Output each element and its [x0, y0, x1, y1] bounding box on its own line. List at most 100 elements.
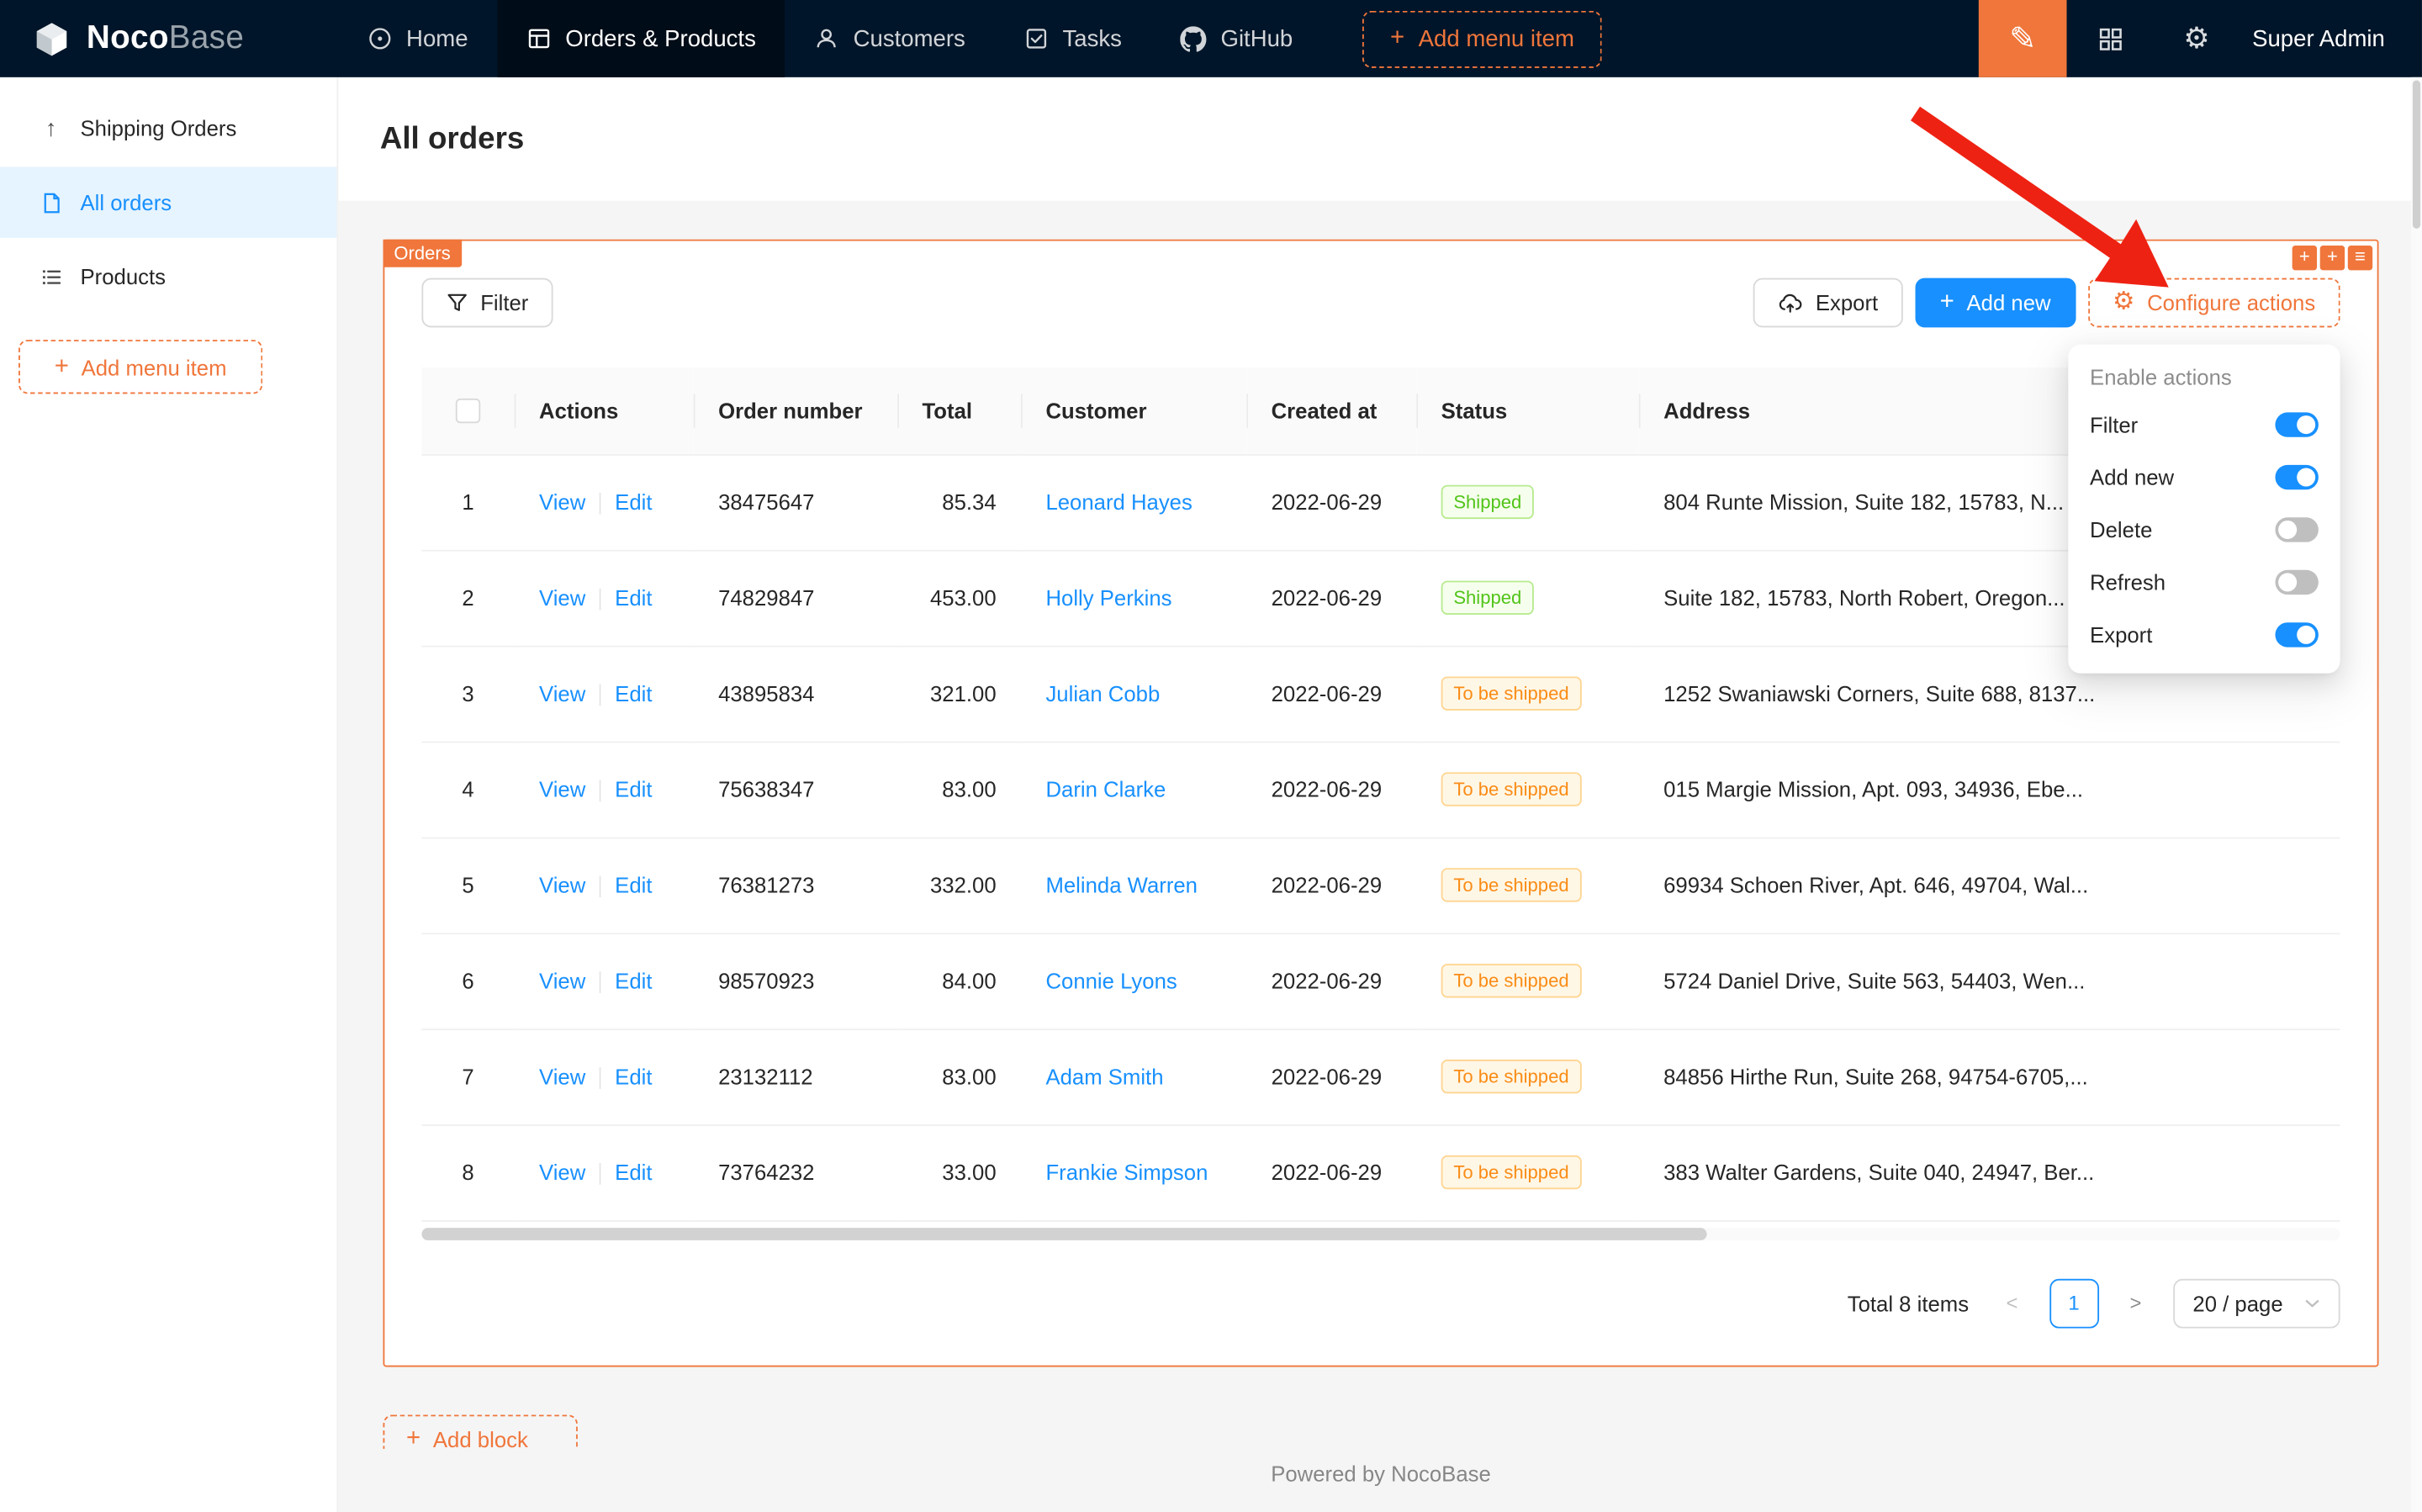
list-icon	[39, 265, 63, 288]
add-block-button[interactable]: + Add block	[383, 1414, 578, 1447]
table-toolbar: Filter Export + Add new	[421, 278, 2340, 328]
plus-icon: +	[1940, 290, 1954, 315]
page-size-select[interactable]: 20 / page	[2173, 1278, 2340, 1328]
pagination-page-1[interactable]: 1	[2049, 1278, 2099, 1328]
toggle-switch[interactable]	[2275, 570, 2318, 595]
pagination: Total 8 items < 1 > 20 / page	[421, 1278, 2340, 1328]
nav-item-orders-products[interactable]: Orders & Products	[497, 0, 785, 77]
edit-link[interactable]: Edit	[615, 489, 652, 514]
sidebar-add-menu-item-button[interactable]: + Add menu item	[19, 340, 262, 394]
sidebar-item-shipping-orders[interactable]: ↑ Shipping Orders	[0, 93, 336, 163]
table-row: 3 ViewEdit 43895834 321.00 Julian Cobb 2…	[421, 646, 2340, 742]
view-link[interactable]: View	[539, 968, 585, 992]
edit-link[interactable]: Edit	[615, 777, 652, 801]
navbar-right-section: ✎ ⚙ Super Admin	[1979, 0, 2422, 77]
sidebar-item-products[interactable]: Products	[0, 241, 336, 312]
view-link[interactable]: View	[539, 872, 585, 896]
row-index: 2	[462, 585, 473, 610]
customer-link[interactable]: Frankie Simpson	[1045, 1160, 1208, 1184]
view-link[interactable]: View	[539, 777, 585, 801]
pagination-total: Total 8 items	[1848, 1291, 1969, 1315]
customer-link[interactable]: Leonard Hayes	[1045, 489, 1192, 514]
order-number-cell: 75638347	[694, 742, 897, 838]
customer-link[interactable]: Melinda Warren	[1045, 873, 1198, 897]
horizontal-scrollbar	[421, 1227, 2340, 1240]
enable-action-item[interactable]: Add new	[2086, 451, 2321, 503]
enable-action-item[interactable]: Delete	[2086, 504, 2321, 556]
created-at-cell: 2022-06-29	[1246, 742, 1416, 838]
status-badge: Shipped	[1441, 485, 1534, 519]
edit-link[interactable]: Edit	[615, 585, 652, 610]
block-drag-icon[interactable]: +	[2292, 246, 2317, 270]
logo-text: NocoBase	[87, 20, 244, 57]
filter-button[interactable]: Filter	[421, 278, 553, 328]
edit-link[interactable]: Edit	[615, 681, 652, 706]
sidebar-item-all-orders[interactable]: All orders	[0, 167, 336, 237]
pagination-prev-button[interactable]: <	[1987, 1278, 2037, 1328]
block-settings-icon[interactable]: ≡	[2348, 246, 2372, 270]
customer-link[interactable]: Julian Cobb	[1045, 681, 1160, 706]
customer-link[interactable]: Darin Clarke	[1045, 777, 1166, 801]
nav-item-tasks[interactable]: Tasks	[995, 0, 1151, 77]
edit-link[interactable]: Edit	[615, 1160, 652, 1184]
toggle-switch[interactable]	[2275, 517, 2318, 542]
plus-icon: +	[55, 355, 69, 379]
order-number-cell: 73764232	[694, 1124, 897, 1220]
enable-action-item[interactable]: Filter	[2086, 399, 2321, 451]
enable-action-item[interactable]: Refresh	[2086, 556, 2321, 608]
view-link[interactable]: View	[539, 681, 585, 706]
nav-item-customers[interactable]: Customers	[785, 0, 995, 77]
toggle-switch[interactable]	[2275, 465, 2318, 489]
toggle-switch[interactable]	[2275, 412, 2318, 436]
select-all-checkbox[interactable]	[456, 399, 480, 424]
toggle-switch[interactable]	[2275, 622, 2318, 647]
table-header-row: Actions Order number Total Customer Crea…	[421, 367, 2340, 454]
created-at-cell: 2022-06-29	[1246, 837, 1416, 933]
row-index: 6	[462, 969, 473, 993]
view-link[interactable]: View	[539, 489, 585, 514]
edit-link[interactable]: Edit	[615, 1064, 652, 1088]
edit-link[interactable]: Edit	[615, 872, 652, 896]
add-new-button[interactable]: + Add new	[1915, 278, 2076, 328]
customer-link[interactable]: Connie Lyons	[1045, 969, 1177, 993]
settings-button[interactable]: ⚙	[2154, 0, 2240, 77]
enable-action-item[interactable]: Export	[2086, 609, 2321, 661]
page-header: All orders	[338, 77, 2422, 201]
horizontal-scrollbar-thumb[interactable]	[421, 1227, 1706, 1240]
file-icon	[39, 191, 63, 214]
vertical-scrollbar-thumb[interactable]	[2413, 81, 2420, 229]
user-menu[interactable]: Super Admin	[2240, 25, 2422, 51]
dropdown-title: Enable actions	[2086, 354, 2321, 399]
customer-link[interactable]: Adam Smith	[1045, 1064, 1163, 1088]
gear-icon: ⚙	[2183, 21, 2209, 56]
status-badge: To be shipped	[1441, 1060, 1582, 1093]
row-index: 4	[462, 777, 473, 801]
plugins-button[interactable]	[2067, 0, 2154, 77]
total-cell: 33.00	[897, 1124, 1021, 1220]
action-divider	[600, 685, 601, 706]
nocobase-logo[interactable]: NocoBase	[0, 18, 338, 60]
block-tag: Orders	[383, 240, 462, 267]
customer-link[interactable]: Holly Perkins	[1045, 585, 1171, 610]
order-number-cell: 23132112	[694, 1028, 897, 1124]
order-number-cell: 43895834	[694, 646, 897, 742]
enable-actions-dropdown: Enable actions Filter Add new Delete Ref…	[2068, 345, 2340, 674]
nav-item-github[interactable]: GitHub	[1151, 0, 1322, 77]
configure-actions-button[interactable]: ⚙ Configure actions	[2088, 278, 2340, 328]
status-badge: To be shipped	[1441, 772, 1582, 806]
export-button[interactable]: Export	[1753, 278, 1902, 328]
block-initializer-icon[interactable]: +	[2320, 246, 2345, 270]
orders-table-body: 1 ViewEdit 38475647 85.34 Leonard Hayes …	[421, 454, 2340, 1220]
nav-item-home[interactable]: Home	[338, 0, 497, 77]
table-row: 6 ViewEdit 98570923 84.00 Connie Lyons 2…	[421, 933, 2340, 1028]
edit-link[interactable]: Edit	[615, 968, 652, 992]
ui-editor-button[interactable]: ✎	[1979, 0, 2067, 77]
logo-cube-icon	[31, 18, 73, 60]
total-cell: 321.00	[897, 646, 1021, 742]
pagination-next-button[interactable]: >	[2111, 1278, 2160, 1328]
view-link[interactable]: View	[539, 1064, 585, 1088]
navbar-add-menu-item-button[interactable]: + Add menu item	[1362, 10, 1602, 67]
view-link[interactable]: View	[539, 585, 585, 610]
view-link[interactable]: View	[539, 1160, 585, 1184]
orders-table: Actions Order number Total Customer Crea…	[421, 367, 2340, 1221]
